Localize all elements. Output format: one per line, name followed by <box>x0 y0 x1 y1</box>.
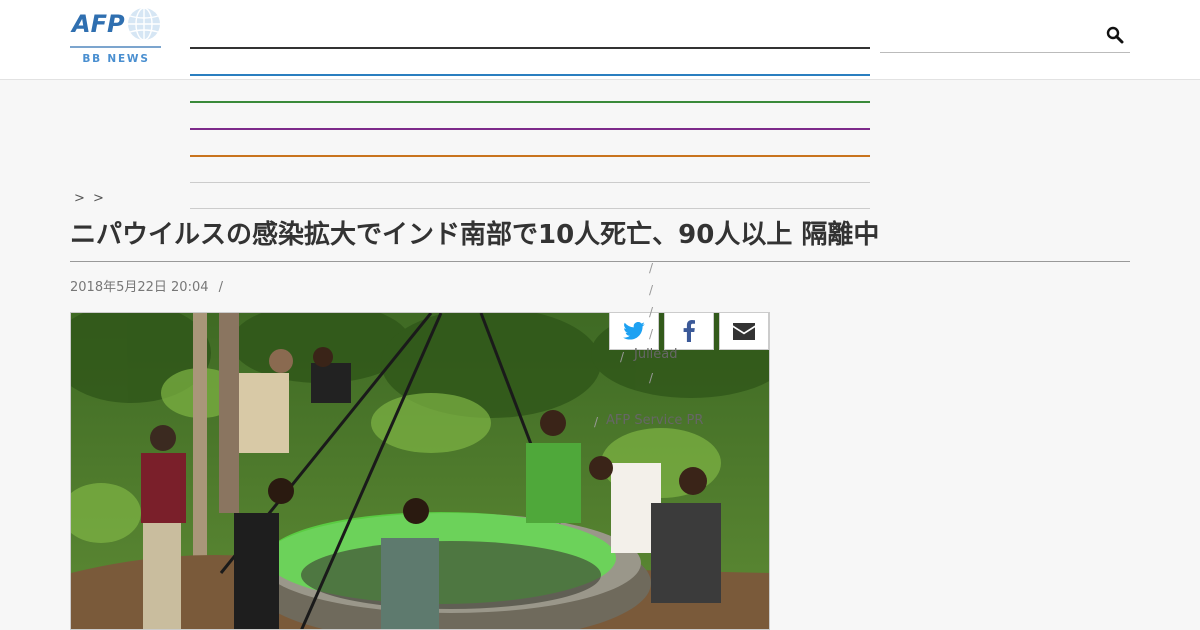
breadcrumb-separator: > <box>74 191 87 206</box>
category-nav-line[interactable] <box>190 208 870 209</box>
twitter-icon <box>623 322 645 340</box>
facebook-share-button[interactable] <box>664 312 714 350</box>
category-nav-line[interactable] <box>190 182 870 183</box>
sidebar-separator: / <box>649 305 654 319</box>
sidebar-separator: / <box>594 415 599 429</box>
email-share-button[interactable] <box>719 312 769 350</box>
sidebar-separator: / <box>649 327 654 341</box>
site-header: AFP BB NEWS <box>0 0 1200 80</box>
date-separator: / <box>218 280 224 295</box>
search-icon[interactable] <box>1106 26 1124 44</box>
sidebar-separator: / <box>649 283 654 297</box>
category-nav-line[interactable] <box>190 74 870 76</box>
article-title: ニパウイルスの感染拡大でインド南部で10人死亡、90人以上 隔離中 <box>70 220 880 250</box>
category-nav-line[interactable] <box>190 155 870 157</box>
breadcrumb: > > <box>74 191 106 206</box>
breadcrumb-separator: > <box>93 191 106 206</box>
category-nav-line[interactable] <box>190 47 870 49</box>
afp-bb-news-logo[interactable]: AFP BB NEWS <box>70 7 162 65</box>
sidebar-separator: / <box>649 371 654 385</box>
article-dateline: 2018年5月22日 20:04 / <box>70 276 223 295</box>
category-nav-line[interactable] <box>190 101 870 103</box>
facebook-icon <box>683 320 695 342</box>
category-nav-line[interactable] <box>190 128 870 130</box>
sidebar-separator: / <box>620 350 625 364</box>
publish-date: 2018年5月22日 20:04 <box>70 280 209 295</box>
sidebar-separator: / <box>649 261 654 275</box>
envelope-icon <box>733 322 755 340</box>
svg-text:BB NEWS: BB NEWS <box>82 53 149 65</box>
search-bar[interactable] <box>880 20 1130 53</box>
title-divider <box>70 261 1130 262</box>
sidebar-link-afp-service-pr[interactable]: AFP Service PR <box>606 413 703 428</box>
svg-text:AFP: AFP <box>70 10 125 38</box>
sidebar-link-jullead[interactable]: Jullead <box>634 347 678 362</box>
